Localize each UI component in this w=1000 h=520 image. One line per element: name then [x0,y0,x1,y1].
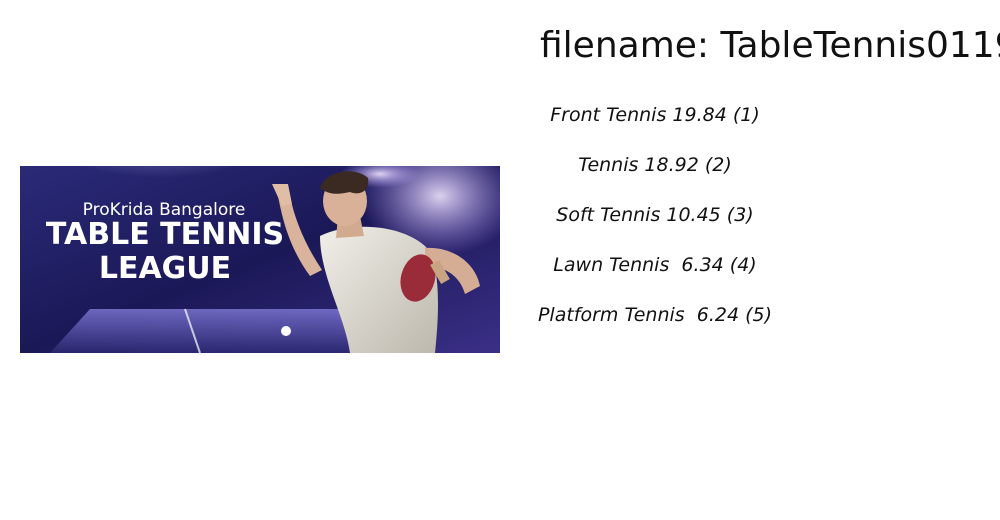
prediction-list: Front Tennis 19.84 (1) Tennis 18.92 (2) … [520,100,790,350]
banner-title-line2: LEAGUE [99,251,231,286]
prediction-item: Soft Tennis 10.45 (3) [556,204,754,226]
page: filename: TableTennis0119.jpg [0,0,1000,520]
filename-label: filename: TableTennis0119.jpg [540,25,1000,66]
banner-title-line1: TABLE TENNIS [46,217,284,252]
prediction-item: Front Tennis 19.84 (1) [550,104,760,126]
table-tennis-banner-image: ProKrida Bangalore TABLE TENNIS LEAGUE [20,166,500,353]
prediction-item: Tennis 18.92 (2) [578,154,732,176]
input-image: ProKrida Bangalore TABLE TENNIS LEAGUE [20,166,500,353]
prediction-item: Lawn Tennis 6.34 (4) [553,254,757,276]
prediction-item: Platform Tennis 6.24 (5) [537,304,773,326]
